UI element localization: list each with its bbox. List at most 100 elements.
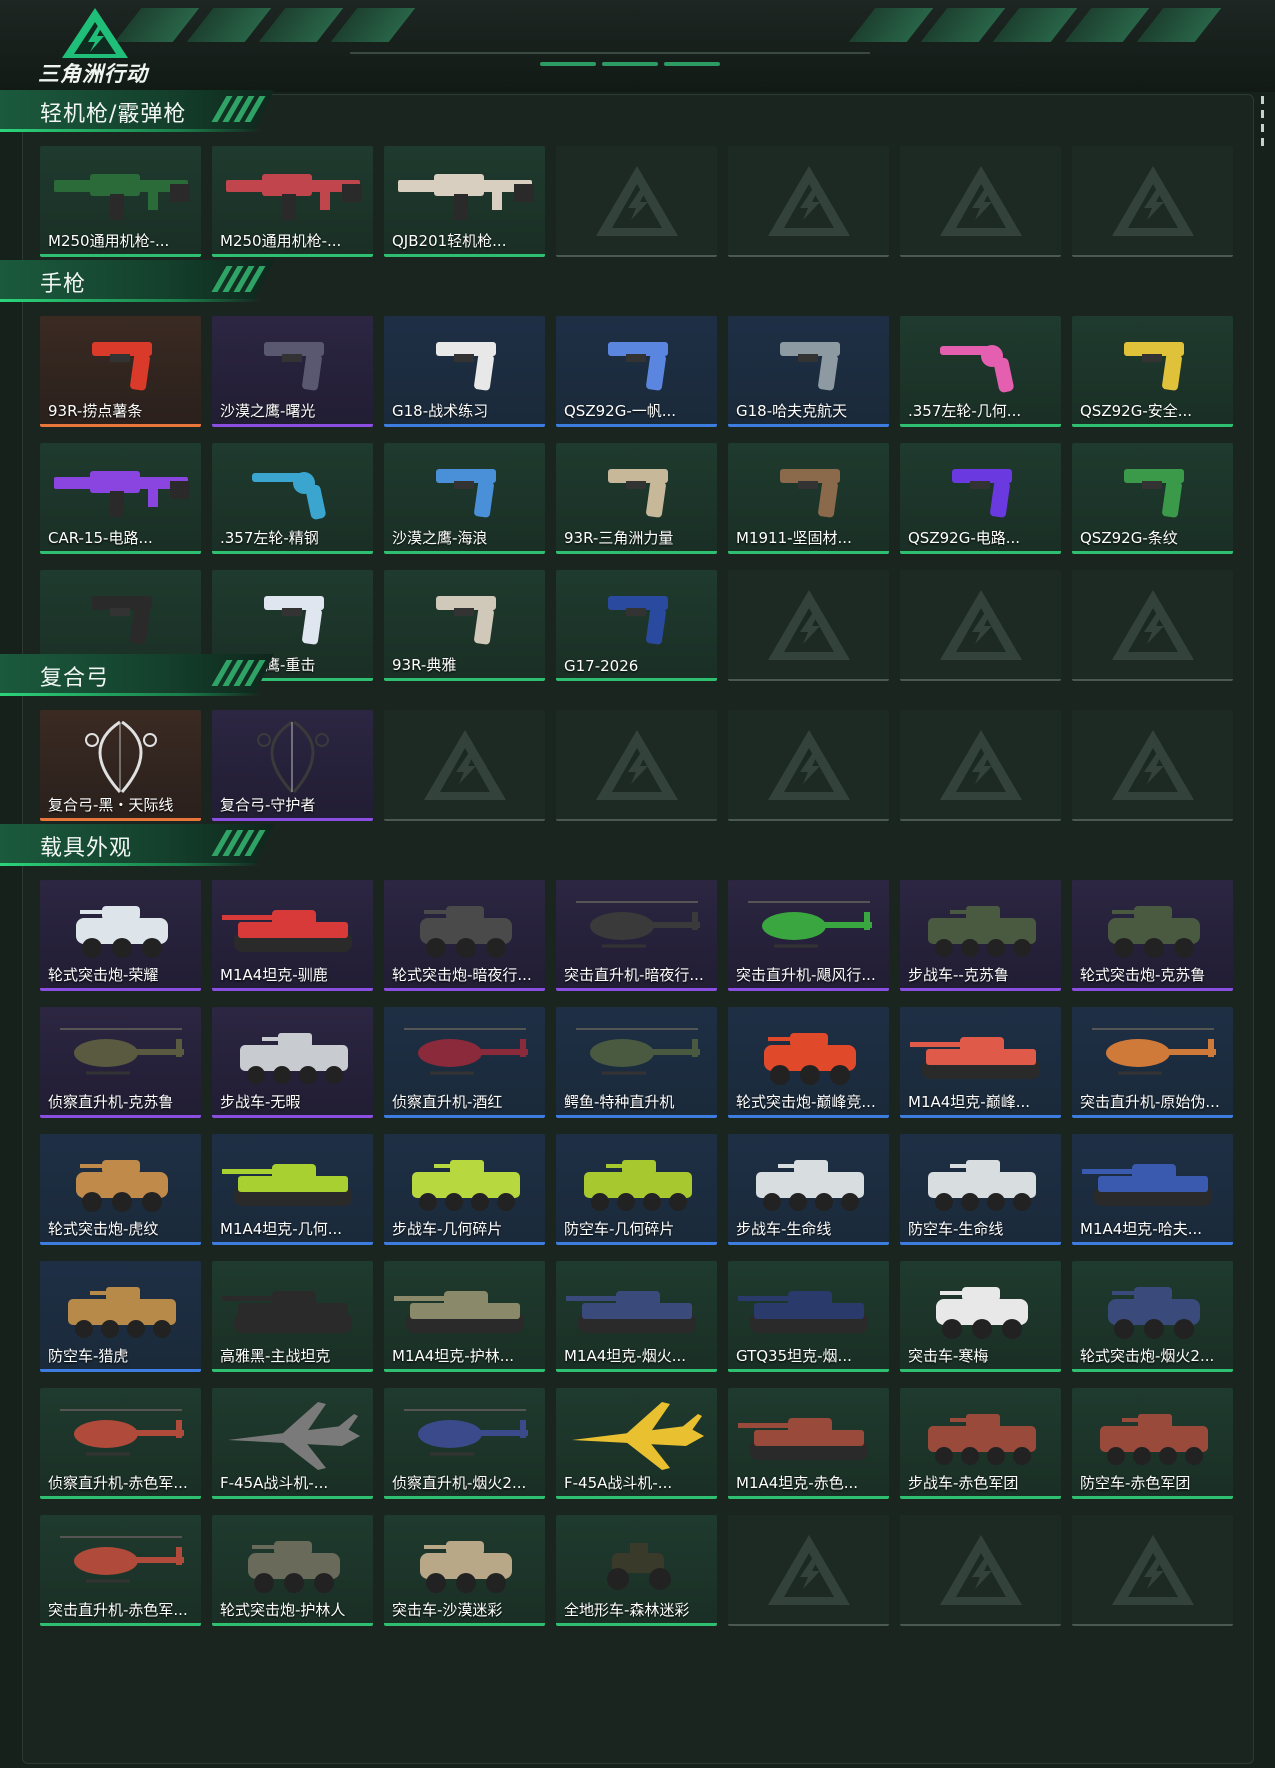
item-card[interactable]: 侦察直升机-酒红 (384, 1007, 545, 1118)
item-card[interactable]: 步战车-无暇 (212, 1007, 373, 1118)
item-card[interactable]: 防空车-生命线 (900, 1134, 1061, 1245)
item-card[interactable]: QJB201轻机枪... (384, 146, 545, 257)
item-name: 突击直升机-赤色军... (48, 1601, 188, 1619)
item-card[interactable]: 侦察直升机-烟火2... (384, 1388, 545, 1499)
item-card[interactable]: 高雅黑-主战坦克 (212, 1261, 373, 1372)
rarity-bar (384, 678, 545, 681)
item-card[interactable]: 突击直升机-赤色军... (40, 1515, 201, 1626)
item-card[interactable]: 轮式突击炮-虎纹 (40, 1134, 201, 1245)
delta-watermark-icon (940, 590, 1022, 660)
rarity-bar (384, 1242, 545, 1245)
item-card[interactable]: M1A4坦克-几何... (212, 1134, 373, 1245)
ifv-icon (68, 1287, 176, 1338)
item-card[interactable]: 步战车-几何碎片 (384, 1134, 545, 1245)
item-card[interactable]: 突击直升机-原始伪... (1072, 1007, 1233, 1118)
item-card[interactable]: G18-战术练习 (384, 316, 545, 427)
rarity-bar (40, 1369, 201, 1372)
rarity-bar (384, 1369, 545, 1372)
item-card[interactable]: 沙漠之鹰-海浪 (384, 443, 545, 554)
light-machine-gun-icon (398, 174, 534, 220)
pistol-icon (608, 469, 668, 518)
item-card[interactable]: F-45A战斗机-... (212, 1388, 373, 1499)
item-card[interactable]: QSZ92G-一帆... (556, 316, 717, 427)
item-name: M1A4坦克-赤色... (736, 1474, 859, 1492)
item-card[interactable]: 鳄鱼-特种直升机 (556, 1007, 717, 1118)
item-card[interactable]: 防空车-几何碎片 (556, 1134, 717, 1245)
item-name: 轮式突击炮-烟火2... (1080, 1347, 1215, 1365)
item-card[interactable]: 防空车-猎虎 (40, 1261, 201, 1372)
item-card[interactable]: 轮式突击炮-暗夜行... (384, 880, 545, 991)
item-card[interactable]: 侦察直升机-赤色军... (40, 1388, 201, 1499)
item-card[interactable]: GTQ35坦克-烟... (728, 1261, 889, 1372)
item-card[interactable]: 轮式突击炮-荣耀 (40, 880, 201, 991)
item-card[interactable]: 轮式突击炮-护林人 (212, 1515, 373, 1626)
item-card[interactable]: 沙漠之鹰-曙光 (212, 316, 373, 427)
item-card[interactable]: .357左轮-精钢 (212, 443, 373, 554)
item-card[interactable]: 93R-典雅 (384, 570, 545, 681)
item-name: 防空车-赤色军团 (1080, 1474, 1191, 1492)
item-card[interactable]: G18-哈夫克航天 (728, 316, 889, 427)
item-card[interactable]: F-45A战斗机-... (556, 1388, 717, 1499)
item-card[interactable]: M250通用机枪-... (40, 146, 201, 257)
item-card[interactable]: 突击直升机-暗夜行... (556, 880, 717, 991)
compound-bow-icon (85, 720, 157, 794)
item-card[interactable]: M1A4坦克-赤色... (728, 1388, 889, 1499)
item-name: .357左轮-精钢 (220, 529, 319, 547)
item-card[interactable]: M250通用机枪-... (212, 146, 373, 257)
item-card[interactable]: M1A4坦克-烟火... (556, 1261, 717, 1372)
item-card[interactable]: M1A4坦克-哈夫... (1072, 1134, 1233, 1245)
rarity-bar (1072, 1115, 1233, 1118)
item-name: F-45A战斗机-... (220, 1474, 329, 1492)
item-card[interactable]: M1A4坦克-巅峰... (900, 1007, 1061, 1118)
item-card[interactable]: 突击车-寒梅 (900, 1261, 1061, 1372)
item-card[interactable]: 复合弓-黑・天际线 (40, 710, 201, 821)
item-card[interactable]: 轮式突击炮-巅峰竞... (728, 1007, 889, 1118)
scrollbar[interactable] (1261, 96, 1265, 152)
item-card[interactable]: 突击车-沙漠迷彩 (384, 1515, 545, 1626)
item-card[interactable]: M1A4坦克-驯鹿 (212, 880, 373, 991)
item-card[interactable]: 步战车--克苏鲁 (900, 880, 1061, 991)
item-card[interactable]: .357左轮-几何... (900, 316, 1061, 427)
item-name: M1A4坦克-烟火... (564, 1347, 687, 1365)
item-name: 轮式突击炮-巅峰竞... (736, 1093, 876, 1111)
item-card[interactable]: 93R-捞点薯条 (40, 316, 201, 427)
item-card[interactable]: CAR-15-电路... (40, 443, 201, 554)
atv-icon (607, 1543, 671, 1590)
item-card[interactable]: M1A4坦克-护林... (384, 1261, 545, 1372)
helicopter-icon (60, 1536, 184, 1583)
item-card[interactable]: QSZ92G-安全... (1072, 316, 1233, 427)
rarity-bar (212, 424, 373, 427)
ifv-icon (928, 1160, 1036, 1211)
section-title-label: 手枪 (40, 272, 87, 297)
item-card[interactable]: 步战车-赤色军团 (900, 1388, 1061, 1499)
rarity-bar (40, 551, 201, 554)
helicopter-icon (404, 1409, 528, 1456)
item-card[interactable]: 步战车-生命线 (728, 1134, 889, 1245)
machine-gun-icon (226, 174, 362, 220)
item-card[interactable]: 全地形车-森林迷彩 (556, 1515, 717, 1626)
item-name: 全地形车-森林迷彩 (564, 1601, 690, 1619)
item-card[interactable]: 侦察直升机-克苏鲁 (40, 1007, 201, 1118)
item-card[interactable]: QSZ92G-条纹 (1072, 443, 1233, 554)
pistol-icon (264, 342, 324, 391)
item-card[interactable]: 突击直升机-飓风行... (728, 880, 889, 991)
item-card[interactable]: QSZ92G-电路... (900, 443, 1061, 554)
tank-icon (738, 1291, 868, 1333)
item-card[interactable]: G17-2026 (556, 570, 717, 681)
item-card[interactable]: M1911-坚固材... (728, 443, 889, 554)
item-card[interactable]: 轮式突击炮-烟火2... (1072, 1261, 1233, 1372)
item-card[interactable]: 防空车-赤色军团 (1072, 1388, 1233, 1499)
item-card[interactable]: 93R-三角洲力量 (556, 443, 717, 554)
rarity-bar (728, 1369, 889, 1372)
delta-watermark-icon (940, 1535, 1022, 1605)
empty-slot (728, 710, 889, 821)
rarity-bar (728, 424, 889, 427)
item-card[interactable]: 轮式突击炮-克苏鲁 (1072, 880, 1233, 991)
item-card[interactable]: 复合弓-守护者 (212, 710, 373, 821)
ifv-icon (928, 906, 1036, 957)
item-grid: 复合弓-黑・天际线 复合弓-守护者 (40, 710, 1233, 821)
delta-watermark-icon (768, 730, 850, 800)
item-name: CAR-15-电路... (48, 529, 153, 547)
pistol-icon (608, 596, 668, 645)
item-name: 轮式突击炮-护林人 (220, 1601, 346, 1619)
